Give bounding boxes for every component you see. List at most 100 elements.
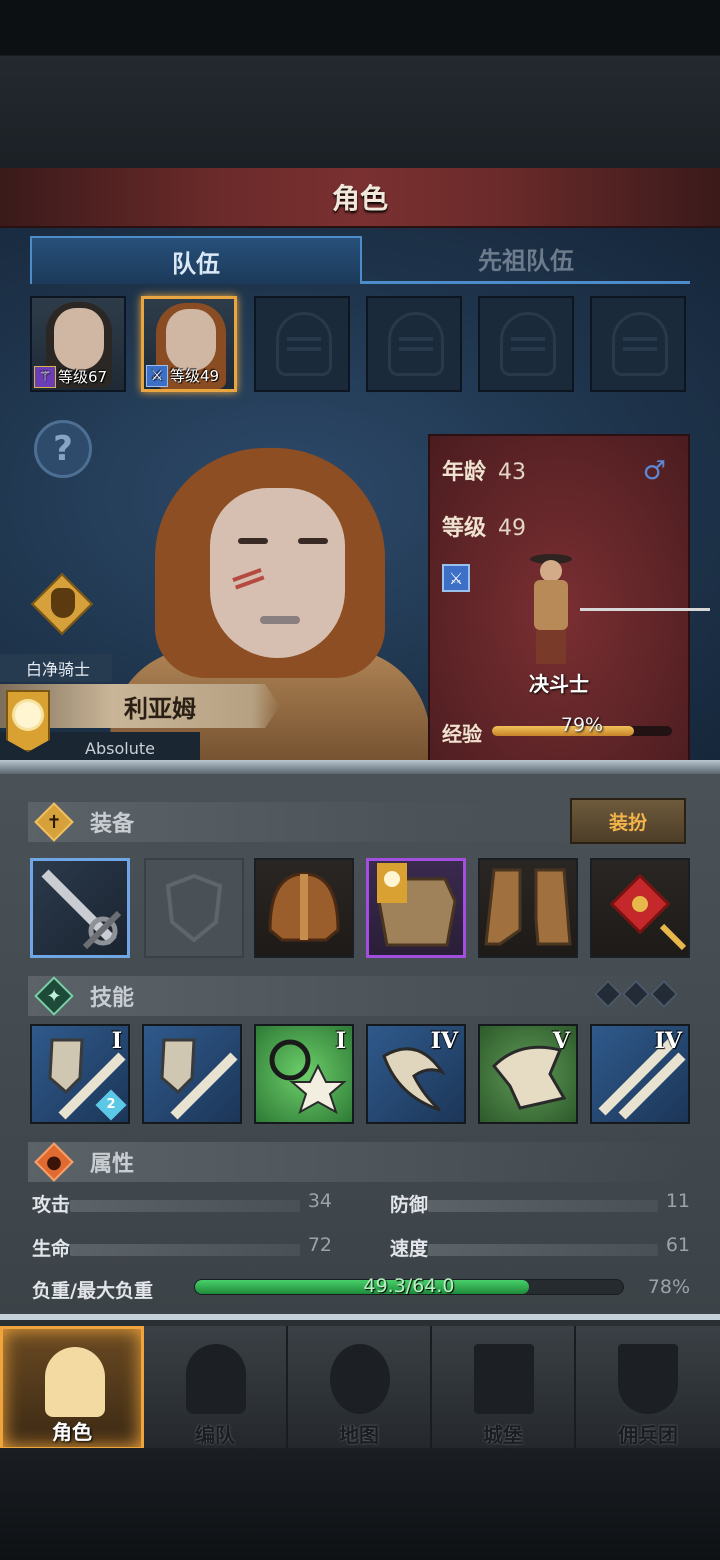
party-slot-empty[interactable] <box>254 296 350 392</box>
skill-slot-6[interactable]: IV <box>590 1024 690 1124</box>
hero-level-badge: ⚚ 等级67 <box>34 366 108 388</box>
boots-icon <box>484 868 572 946</box>
hero-face <box>54 308 104 370</box>
page-title: 角色 <box>331 182 388 215</box>
age-row: 年龄 43 <box>442 454 526 486</box>
equip-slot-offhand[interactable] <box>144 858 244 958</box>
nav-label: 地图 <box>339 1423 379 1447</box>
tab-team[interactable]: 队伍 <box>30 236 362 284</box>
nav-formation[interactable]: 编队 <box>144 1326 288 1450</box>
attributes-header: ● 属性 <box>28 1142 690 1182</box>
portrait-eye <box>298 538 328 544</box>
stat-label: 攻击 <box>32 1194 71 1216</box>
stat-bar <box>428 1244 658 1256</box>
sword-icon <box>41 869 122 950</box>
age-label: 年龄 <box>442 460 487 485</box>
empty-helmet-icon <box>500 312 556 376</box>
title-bar: 角色 <box>0 168 720 228</box>
hero-level-text: 等级67 <box>58 367 108 386</box>
nav-character[interactable]: 角色 <box>0 1326 144 1450</box>
party-slot-empty[interactable] <box>590 296 686 392</box>
hero-title: 白净骑士 <box>0 654 112 682</box>
tab-ancestor-team[interactable]: 先祖队伍 <box>362 236 690 284</box>
skill-rank: IV <box>430 1028 458 1054</box>
figure-head <box>540 560 562 582</box>
banner-icon <box>618 1344 678 1414</box>
stat-label: 速度 <box>390 1238 429 1260</box>
potion-button[interactable] <box>30 572 94 636</box>
skill-slot-1[interactable]: I 2 <box>30 1024 130 1124</box>
stat-speed: 速度 61 <box>390 1234 690 1264</box>
skill-rank: I <box>111 1028 122 1054</box>
question-icon: ? <box>53 429 73 469</box>
empty-diamond-icon <box>621 979 651 1009</box>
help-button[interactable]: ? <box>34 420 92 478</box>
stat-label: 负重/最大负重 <box>32 1280 153 1302</box>
bottom-background <box>0 1448 720 1560</box>
figure-body <box>534 580 568 630</box>
equip-slot-accessory[interactable] <box>590 858 690 958</box>
stat-attack: 攻击 34 <box>32 1190 332 1220</box>
cross-glyph: ✝ <box>46 811 62 833</box>
nav-map[interactable]: 地图 <box>288 1326 432 1450</box>
equip-slot-helmet[interactable] <box>254 858 354 958</box>
compass-map-icon <box>330 1344 390 1414</box>
nav-mercenaries[interactable]: 佣兵团 <box>576 1326 720 1450</box>
stat-bar <box>428 1200 658 1212</box>
chest-armor-icon <box>377 863 457 947</box>
equipment-label: 装备 <box>90 812 135 837</box>
party-slot-empty[interactable] <box>478 296 574 392</box>
hero-face <box>166 309 216 371</box>
top-background <box>0 0 720 170</box>
empty-diamond-icon <box>593 979 623 1009</box>
person-icon: ● <box>32 1140 76 1184</box>
party-slot-empty[interactable] <box>366 296 462 392</box>
level-row: 等级 49 <box>442 510 526 542</box>
equip-slot-boots[interactable] <box>478 858 578 958</box>
hero-level-badge: ⚔ 等级49 <box>146 365 220 387</box>
skill-slot-4[interactable]: IV <box>366 1024 466 1124</box>
staff-icon: ⚚ <box>34 366 56 388</box>
bottom-nav: 角色 编队 地图 城堡 佣兵团 <box>0 1314 720 1450</box>
equip-slot-armor[interactable] <box>366 858 466 958</box>
party-slot-1[interactable]: ⚚ 等级67 <box>30 296 126 392</box>
skill-slot-3[interactable]: I <box>254 1024 354 1124</box>
red-knot-icon <box>609 873 687 951</box>
empty-helmet-icon <box>388 312 444 376</box>
skill-rank: IV <box>654 1028 682 1054</box>
stat-label: 生命 <box>32 1238 71 1260</box>
shield-sword-icon <box>160 1038 238 1120</box>
rapier-icon: ⚔ <box>146 365 168 387</box>
nav-castle[interactable]: 城堡 <box>432 1326 576 1450</box>
skill-slot-indicators <box>593 979 679 1009</box>
potion-icon <box>51 588 75 618</box>
stat-value: 72 <box>307 1234 332 1256</box>
skill-rank: I <box>335 1028 346 1054</box>
level-label: 等级 <box>442 516 487 541</box>
rapier-icon: ⚔ <box>442 564 470 592</box>
class-name: 决斗士 <box>529 672 589 696</box>
stat-value: 11 <box>665 1190 690 1212</box>
person-glyph: ● <box>46 1151 62 1173</box>
skill-slot-2[interactable] <box>142 1024 242 1124</box>
exp-label: 经验 <box>442 722 482 746</box>
hero-level-text: 等级49 <box>170 366 220 385</box>
skill-slot-5[interactable]: V <box>478 1024 578 1124</box>
nav-label: 佣兵团 <box>618 1423 678 1447</box>
skill-charge-badge: 2 <box>95 1089 127 1121</box>
load-text: 49.3/64.0 <box>363 1275 455 1297</box>
party-slot-2[interactable]: ⚔ 等级49 <box>141 296 237 392</box>
empty-diamond-icon <box>649 979 679 1009</box>
class-card[interactable]: 年龄 43 ♂ 等级 49 ⚔ 决斗士 经验 79% <box>428 434 710 762</box>
panel-divider <box>0 760 720 774</box>
skills-header: ✦ 技能 <box>28 976 690 1016</box>
empty-helmet-icon <box>276 312 332 376</box>
figure-legs <box>536 630 566 664</box>
empty-helmet-icon <box>612 312 668 376</box>
star-icon: ✦ <box>32 974 76 1018</box>
stat-value: 78% <box>647 1276 690 1298</box>
equip-slot-weapon[interactable] <box>30 858 130 958</box>
dress-up-button[interactable]: 装扮 <box>570 798 686 844</box>
stat-label: 防御 <box>390 1194 429 1216</box>
sun-icon <box>15 702 41 728</box>
